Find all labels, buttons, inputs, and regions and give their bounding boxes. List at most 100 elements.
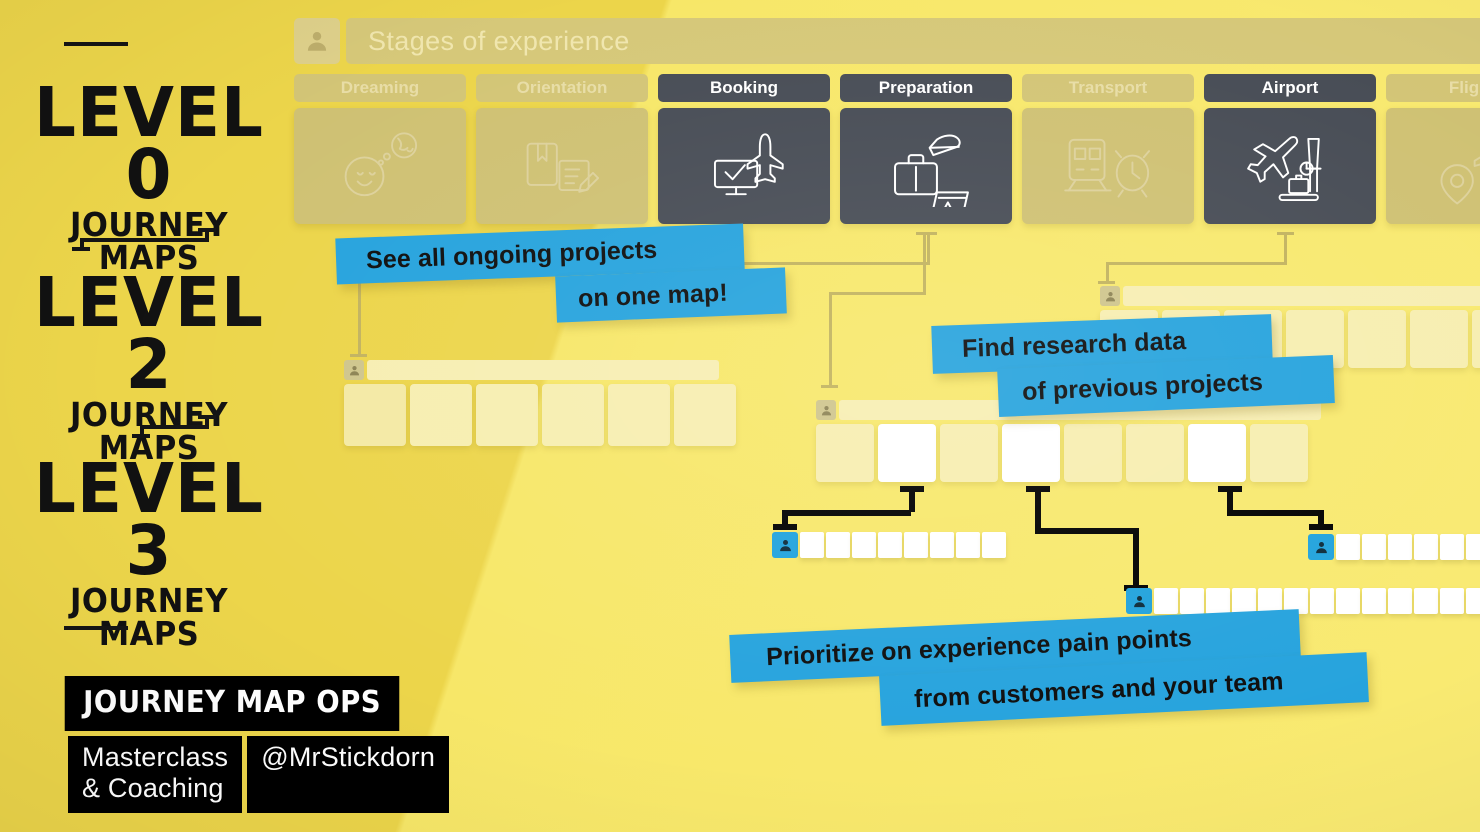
level-0-map-header: Stages of experience	[294, 18, 1480, 64]
person-icon	[1308, 534, 1334, 560]
level-2-title: LEVEL 2	[33, 263, 265, 406]
stage-label: Booking	[658, 74, 830, 102]
journey-card[interactable]	[940, 424, 998, 482]
callout-text: from customers and your team	[913, 666, 1285, 713]
flight-icon	[1386, 108, 1480, 224]
stage-label: Flight	[1386, 74, 1480, 102]
journey-card[interactable]	[1348, 310, 1406, 368]
callout-text: See all ongoing projects	[365, 235, 658, 274]
journey-card[interactable]	[1336, 588, 1360, 614]
stage-preparation[interactable]: Preparation	[840, 74, 1012, 224]
left-panel: LEVEL 0 JOURNEY MAPS LEVEL 2 JOURNEY MAP…	[0, 0, 450, 832]
journey-card[interactable]	[1002, 424, 1060, 482]
stages-row: Dreaming Orientation Booking Preparation	[294, 74, 1480, 224]
journey-card[interactable]	[826, 532, 850, 558]
journey-card[interactable]	[1362, 534, 1386, 560]
brand-title: JOURNEY MAP OPS	[64, 676, 400, 731]
journey-card[interactable]	[1410, 310, 1468, 368]
callout-projects-line2: on one map!	[555, 267, 787, 323]
journey-card[interactable]	[1472, 310, 1480, 368]
research-icon	[476, 108, 648, 224]
callout-text: on one map!	[577, 278, 729, 313]
journey-card[interactable]	[1250, 424, 1308, 482]
journey-card[interactable]	[982, 532, 1006, 558]
stage-label: Preparation	[840, 74, 1012, 102]
stage-orientation[interactable]: Orientation	[476, 74, 648, 224]
connector-preparation-to-map	[820, 232, 960, 412]
journey-card[interactable]	[1362, 588, 1386, 614]
person-icon	[294, 18, 340, 64]
stages-title-bar: Stages of experience	[346, 18, 1480, 64]
map-cards	[816, 424, 1321, 482]
level-3-map-center	[1126, 588, 1480, 614]
brand-badge: JOURNEY MAP OPS Masterclass & Coaching @…	[64, 676, 450, 813]
stage-label: Dreaming	[294, 74, 466, 102]
journey-card[interactable]	[1466, 588, 1480, 614]
level-0-to-2-connector	[0, 228, 290, 254]
journey-card[interactable]	[608, 384, 670, 446]
dreaming-icon	[294, 108, 466, 224]
journey-card[interactable]	[816, 424, 874, 482]
journey-card[interactable]	[800, 532, 824, 558]
journey-card[interactable]	[1440, 534, 1464, 560]
journey-card[interactable]	[1440, 588, 1464, 614]
divider-bottom	[64, 626, 128, 630]
journey-card[interactable]	[956, 532, 980, 558]
journey-card[interactable]	[1064, 424, 1122, 482]
person-icon	[1100, 286, 1120, 306]
journey-card[interactable]	[1388, 588, 1412, 614]
journey-card[interactable]	[344, 384, 406, 446]
journey-card[interactable]	[674, 384, 736, 446]
journey-card[interactable]	[542, 384, 604, 446]
level-3-map-left	[772, 532, 1006, 558]
map-cards	[344, 384, 736, 446]
packing-icon	[840, 108, 1012, 224]
divider-top	[64, 42, 128, 46]
booking-icon	[658, 108, 830, 224]
poster-canvas: LEVEL 0 JOURNEY MAPS LEVEL 2 JOURNEY MAP…	[0, 0, 1480, 832]
journey-card[interactable]	[1232, 588, 1256, 614]
stage-label: Orientation	[476, 74, 648, 102]
journey-card[interactable]	[1154, 588, 1178, 614]
journey-card[interactable]	[930, 532, 954, 558]
journey-card[interactable]	[410, 384, 472, 446]
journey-card[interactable]	[1126, 424, 1184, 482]
journey-card[interactable]	[1336, 534, 1360, 560]
journey-card[interactable]	[1310, 588, 1334, 614]
stage-flight[interactable]: Flight	[1386, 74, 1480, 224]
journey-card[interactable]	[1180, 588, 1204, 614]
journey-card[interactable]	[476, 384, 538, 446]
person-icon	[1126, 588, 1152, 614]
journey-card[interactable]	[878, 532, 902, 558]
brand-handle[interactable]: @MrStickdorn	[247, 736, 450, 813]
journey-card[interactable]	[1206, 588, 1230, 614]
stage-booking[interactable]: Booking	[658, 74, 830, 224]
level-3-subtitle: JOURNEY MAPS	[70, 581, 228, 654]
journey-card[interactable]	[1466, 534, 1480, 560]
journey-card[interactable]	[878, 424, 936, 482]
level-3-map-right	[1308, 534, 1480, 560]
stage-label: Airport	[1204, 74, 1376, 102]
journey-card[interactable]	[904, 532, 928, 558]
level-0-journey-map: Stages of experience Dreaming Orientatio…	[294, 18, 1480, 224]
level-2-to-3-connector	[0, 415, 290, 441]
journey-card[interactable]	[852, 532, 876, 558]
journey-card[interactable]	[1414, 534, 1438, 560]
stage-transport[interactable]: Transport	[1022, 74, 1194, 224]
journey-card[interactable]	[1388, 534, 1412, 560]
level-0-title: LEVEL 0	[33, 73, 265, 216]
person-icon	[816, 400, 836, 420]
level-0-map-title: Stages of experience	[368, 25, 630, 56]
stage-label: Transport	[1022, 74, 1194, 102]
map-title-bar	[367, 360, 719, 380]
stage-airport[interactable]: Airport	[1204, 74, 1376, 224]
stage-dreaming[interactable]: Dreaming	[294, 74, 466, 224]
map-title-bar	[1123, 286, 1480, 306]
level-3-heading: LEVEL 3 JOURNEY MAPS	[24, 454, 274, 650]
journey-card[interactable]	[1188, 424, 1246, 482]
journey-card[interactable]	[1414, 588, 1438, 614]
connector-card-to-level3-center	[1026, 486, 1156, 601]
airport-icon	[1204, 108, 1376, 224]
level-3-title: LEVEL 3	[33, 449, 265, 592]
callout-text: of previous projects	[1021, 367, 1264, 406]
